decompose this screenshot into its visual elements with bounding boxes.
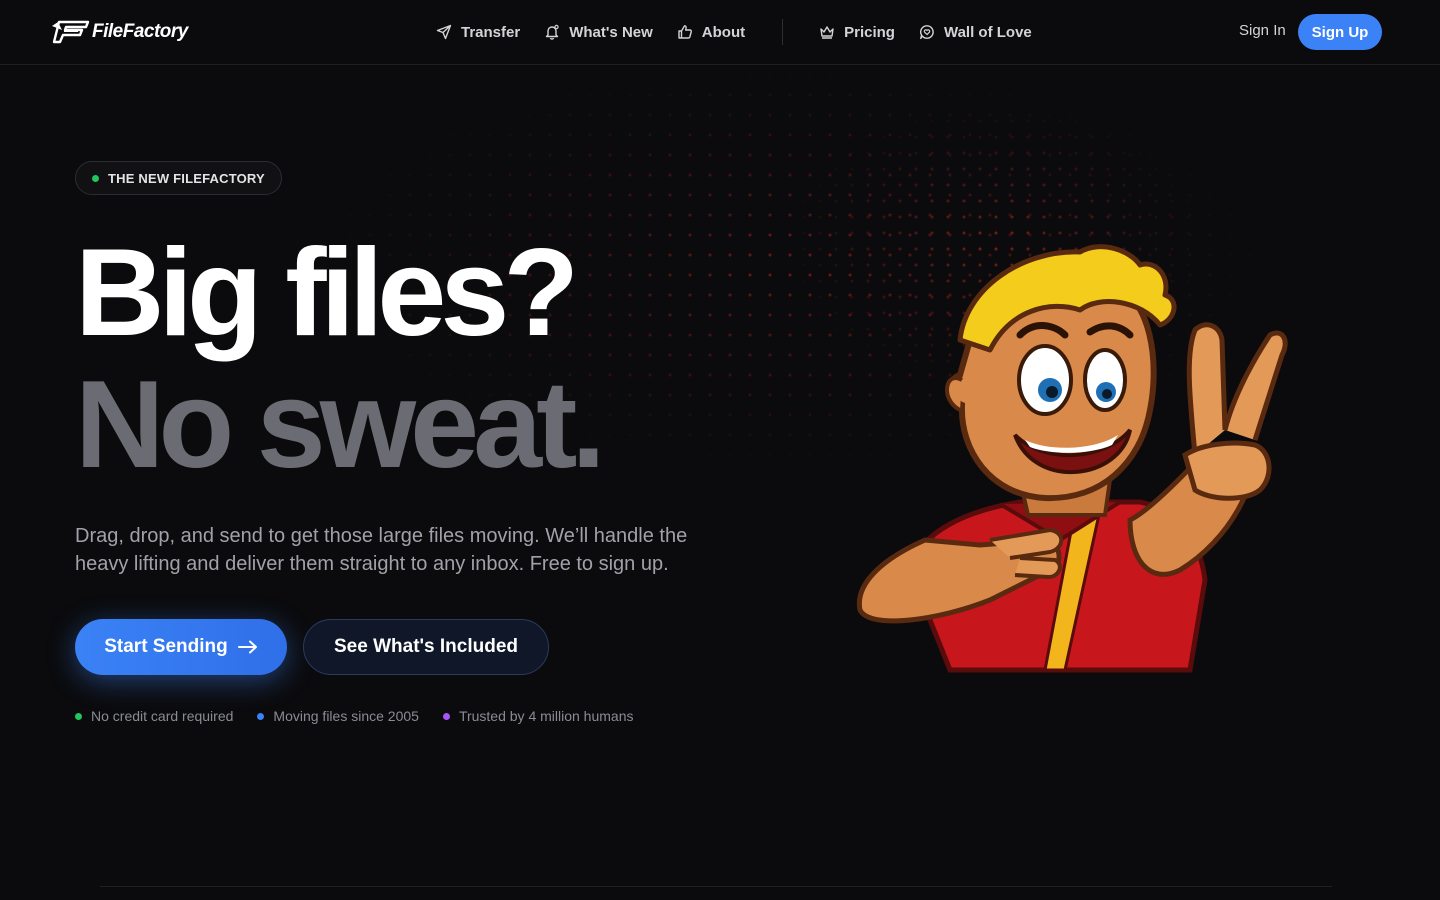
- logo-text: FileFactory: [92, 21, 188, 42]
- feature-dot: [75, 712, 82, 720]
- send-icon: [436, 24, 452, 40]
- feature-item: No credit card required: [75, 708, 233, 724]
- status-dot: [92, 174, 99, 182]
- feature-label: Moving files since 2005: [273, 708, 419, 724]
- crown-icon: [820, 26, 834, 39]
- thumbs-up-icon: [678, 25, 692, 39]
- nav-pricing-label: Pricing: [844, 23, 895, 41]
- nav-about-label: About: [701, 23, 746, 41]
- sign-up-button[interactable]: Sign Up: [1298, 14, 1382, 50]
- nav-wall-of-love-label: Wall of Love: [943, 23, 1032, 41]
- see-whats-included-button[interactable]: See What's Included: [303, 619, 549, 675]
- logo[interactable]: FileFactory: [50, 18, 188, 46]
- hero-description: Drag, drop, and send to get those large …: [75, 525, 688, 575]
- feature-label: Trusted by 4 million humans: [458, 708, 634, 724]
- start-sending-label: Start Sending: [104, 636, 228, 657]
- nav-whats-new-label: What's New: [569, 23, 653, 41]
- mascot-illustration: [856, 244, 1288, 673]
- nav-wall-of-love[interactable]: Wall of Love: [919, 24, 1032, 41]
- filefactory-logo-icon: [52, 20, 90, 44]
- arrow-right-icon: [237, 640, 257, 654]
- nav-whats-new[interactable]: What's New: [544, 24, 653, 41]
- nav-transfer-label: Transfer: [461, 23, 521, 41]
- message-heart-icon: [919, 25, 934, 40]
- headline-secondary: No sweat.: [75, 356, 606, 494]
- nav-about[interactable]: About: [677, 24, 745, 41]
- site-header: FileFactory Transfer What's New About Pr…: [0, 0, 1440, 65]
- bell-icon: [546, 24, 559, 40]
- headline-primary: Big files?: [75, 224, 579, 362]
- nav-divider: [782, 19, 784, 45]
- sign-in-link[interactable]: Sign In: [1239, 22, 1286, 39]
- feature-item: Trusted by 4 million humans: [442, 708, 634, 724]
- main-nav: Transfer What's New About Pricing Wall o…: [436, 0, 1056, 64]
- badge-label: THE NEW FILEFACTORY: [108, 170, 265, 186]
- announcement-badge: THE NEW FILEFACTORY: [75, 161, 282, 195]
- nav-transfer[interactable]: Transfer: [436, 24, 520, 41]
- feature-dot: [257, 712, 265, 720]
- feature-dot: [442, 712, 450, 720]
- feature-label: No credit card required: [91, 708, 234, 724]
- start-sending-button[interactable]: Start Sending: [75, 619, 287, 675]
- section-divider: [100, 886, 1332, 887]
- feature-list: No credit card required Moving files sin…: [75, 708, 634, 724]
- feature-item: Moving files since 2005: [257, 708, 419, 724]
- nav-pricing[interactable]: Pricing: [819, 24, 895, 41]
